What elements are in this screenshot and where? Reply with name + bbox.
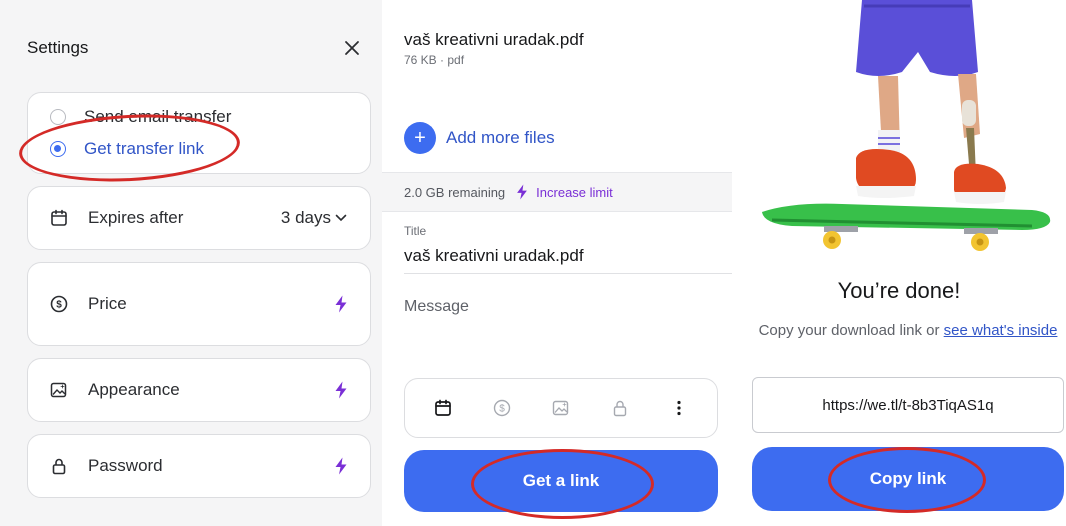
lightning-bolt-icon bbox=[335, 295, 347, 313]
calendar-icon bbox=[434, 399, 451, 416]
expires-value: 3 days bbox=[280, 208, 331, 227]
done-subtitle: Copy your download link or see what's in… bbox=[750, 319, 1066, 343]
chevron-down-icon bbox=[335, 214, 347, 222]
lock-icon bbox=[613, 400, 627, 417]
dollar-circle-icon: $ bbox=[50, 295, 68, 313]
lightning-bolt-icon bbox=[517, 184, 528, 200]
expires-after-option[interactable]: Expires after 3 days bbox=[27, 186, 371, 250]
expires-label: Expires after bbox=[88, 208, 184, 227]
radio-button[interactable] bbox=[50, 109, 66, 125]
radio-button-selected[interactable] bbox=[50, 141, 66, 157]
increase-limit-label: Increase limit bbox=[536, 184, 613, 200]
download-link-field[interactable]: https://we.tl/t-8b3TiqAS1q bbox=[752, 377, 1064, 433]
done-panel: You’re done! Copy your download link or … bbox=[732, 0, 1066, 526]
done-title: You’re done! bbox=[837, 278, 961, 303]
add-more-files-label: Add more files bbox=[446, 128, 555, 147]
skateboard-illustration bbox=[762, 0, 1051, 251]
transfer-type-card: Send email transfer Get transfer link bbox=[27, 92, 371, 174]
toolbar-more-button[interactable] bbox=[666, 395, 692, 421]
transfer-panel: vaš kreativni uradak.pdf 76 KB · pdf + A… bbox=[382, 0, 732, 526]
lock-icon bbox=[52, 458, 66, 475]
price-label: Price bbox=[88, 294, 127, 313]
plus-icon: + bbox=[404, 122, 436, 154]
svg-text:$: $ bbox=[499, 404, 505, 415]
settings-title: Settings bbox=[27, 38, 89, 57]
more-vertical-icon bbox=[677, 400, 681, 416]
dollar-circle-icon: $ bbox=[493, 399, 510, 417]
storage-limit-bar: 2.0 GB remaining Increase limit bbox=[382, 172, 732, 212]
image-sparkle-icon bbox=[50, 382, 67, 398]
lightning-bolt-icon bbox=[335, 381, 347, 399]
add-more-files-button[interactable]: + Add more files bbox=[404, 122, 555, 154]
radio-label: Send email transfer bbox=[84, 107, 232, 126]
message-input[interactable]: Message bbox=[404, 298, 469, 316]
toolbar-calendar-button[interactable] bbox=[430, 395, 456, 421]
file-meta: 76 KB · pdf bbox=[404, 53, 465, 67]
lightning-bolt-icon bbox=[335, 457, 347, 475]
radio-get-transfer-link[interactable]: Get transfer link bbox=[50, 139, 204, 159]
toolbar-appearance-button[interactable] bbox=[548, 395, 574, 421]
title-input[interactable]: vaš kreativni uradak.pdf bbox=[404, 246, 584, 266]
divider bbox=[404, 273, 732, 274]
calendar-icon bbox=[51, 209, 67, 226]
copy-link-button[interactable]: Copy link bbox=[752, 447, 1064, 511]
image-sparkle-icon bbox=[552, 400, 569, 416]
svg-text:$: $ bbox=[56, 300, 62, 311]
options-toolbar: $ bbox=[404, 378, 718, 438]
close-icon[interactable] bbox=[341, 37, 363, 59]
price-option[interactable]: $ Price bbox=[27, 262, 371, 346]
toolbar-price-button[interactable]: $ bbox=[489, 395, 515, 421]
done-subtitle-text: Copy your download link or bbox=[758, 322, 944, 339]
expires-dropdown[interactable]: 3 days bbox=[281, 208, 348, 228]
title-field-label: Title bbox=[404, 224, 427, 238]
appearance-label: Appearance bbox=[88, 380, 180, 399]
radio-send-email-transfer[interactable]: Send email transfer bbox=[50, 107, 231, 127]
password-option[interactable]: Password bbox=[27, 434, 371, 498]
increase-limit-link[interactable]: Increase limit bbox=[515, 184, 613, 200]
toolbar-password-button[interactable] bbox=[607, 395, 633, 421]
see-whats-inside-link[interactable]: see what's inside bbox=[944, 322, 1058, 339]
remaining-storage: 2.0 GB remaining bbox=[404, 184, 506, 200]
password-label: Password bbox=[88, 456, 163, 475]
get-a-link-button[interactable]: Get a link bbox=[404, 450, 718, 512]
file-name: vaš kreativni uradak.pdf bbox=[404, 30, 584, 49]
appearance-option[interactable]: Appearance bbox=[27, 358, 371, 422]
radio-label: Get transfer link bbox=[84, 139, 204, 158]
settings-panel: Settings Send email transfer Get transfe… bbox=[0, 0, 382, 526]
